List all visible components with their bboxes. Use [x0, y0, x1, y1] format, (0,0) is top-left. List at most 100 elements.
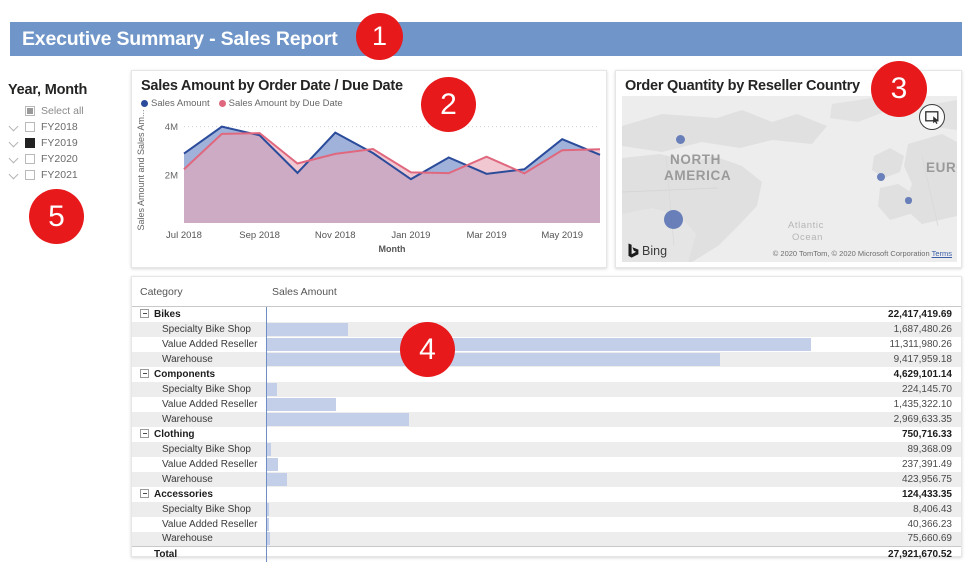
matrix-data-bar-cell [266, 412, 811, 427]
svg-text:Sep 2018: Sep 2018 [239, 230, 280, 241]
chevron-down-icon[interactable] [8, 136, 21, 149]
map-basemap-icon [622, 96, 957, 262]
matrix-row[interactable]: Warehouse2,969,633.35 [132, 412, 961, 427]
matrix-row-label: Value Added Reseller [132, 397, 266, 412]
year-month-slicer: Year, Month Select allFY2018FY2019FY2020… [8, 82, 126, 183]
checkbox-select-all[interactable] [25, 106, 35, 116]
slicer-item-fy2019[interactable]: FY2019 [8, 135, 126, 150]
matrix-row[interactable]: Value Added Reseller40,366.23 [132, 517, 961, 532]
matrix-row-label: Specialty Bike Shop [132, 442, 266, 457]
matrix-row[interactable]: Specialty Bike Shop 89,368.09 [132, 442, 961, 457]
matrix-row[interactable]: Specialty Bike Shop1,687,480.26 [132, 322, 961, 337]
data-bar [267, 353, 720, 366]
map-canvas[interactable]: NORTH AMERICA EURO Atlantic Ocean Bing ©… [622, 96, 957, 262]
matrix-row-value: 4,629,101.14 [811, 367, 961, 382]
matrix-row[interactable]: Warehouse423,956.75 [132, 472, 961, 487]
legend-item-sales-amount[interactable]: Sales Amount [141, 98, 210, 109]
checkbox-fy2021[interactable] [25, 170, 35, 180]
checkbox-fy2019[interactable] [25, 138, 35, 148]
map-terms-link[interactable]: Terms [932, 249, 952, 258]
matrix-row[interactable]: Warehouse9,417,959.18 [132, 352, 961, 367]
matrix-row-label: Value Added Reseller [132, 517, 266, 532]
matrix-row-value: 11,311,980.26 [811, 337, 961, 352]
column-header-category[interactable]: Category [132, 277, 266, 307]
matrix-row-value: 224,145.70 [811, 382, 961, 397]
slicer-item-fy2021[interactable]: FY2021 [8, 167, 126, 182]
matrix-header-row: Category Sales Amount [132, 277, 961, 307]
report-page: Executive Summary - Sales Report 1 2 3 4… [0, 0, 975, 567]
matrix-row-value: 89,368.09 [811, 442, 961, 457]
matrix-total-row[interactable]: Total27,921,670.52 [132, 547, 961, 562]
matrix-data-bar-cell [266, 502, 811, 517]
matrix-row-label: Warehouse [132, 412, 266, 427]
matrix-row-value: 9,417,959.18 [811, 352, 961, 367]
legend-item-sales-amount-due-date[interactable]: Sales Amount by Due Date [219, 98, 343, 109]
collapse-icon[interactable] [140, 369, 149, 378]
slicer-item-label: FY2021 [41, 169, 78, 181]
svg-text:Mar 2019: Mar 2019 [466, 230, 506, 241]
svg-text:May 2019: May 2019 [541, 230, 583, 241]
data-bar [267, 443, 271, 456]
callout-badge-1: 1 [356, 13, 403, 60]
matrix-data-bar-cell [266, 427, 811, 442]
matrix-group-row-clothing[interactable]: Clothing750,716.33 [132, 427, 961, 442]
svg-text:4M: 4M [165, 122, 178, 133]
collapse-icon[interactable] [140, 429, 149, 438]
callout-badge-3: 3 [871, 61, 927, 117]
matrix-row-value: 750,716.33 [811, 427, 961, 442]
chevron-down-icon[interactable] [8, 120, 21, 133]
svg-text:Jul 2018: Jul 2018 [166, 230, 202, 241]
bing-mark-icon [628, 243, 639, 258]
checkbox-fy2018[interactable] [25, 122, 35, 132]
matrix-group-row-accessories[interactable]: Accessories124,433.35 [132, 487, 961, 502]
legend-swatch-icon [219, 100, 226, 107]
bing-logo: Bing [628, 243, 667, 258]
line-chart-legend: Sales Amount Sales Amount by Due Date [132, 94, 606, 109]
matrix-table[interactable]: Category Sales Amount Bikes 22,417,419.69… [132, 277, 961, 562]
map-bubble-canada[interactable] [676, 135, 685, 144]
chevron-down-icon[interactable] [8, 152, 21, 165]
collapse-icon[interactable] [140, 489, 149, 498]
sales-amount-line-chart-visual[interactable]: Sales Amount by Order Date / Due Date Sa… [131, 70, 607, 268]
matrix-row-value: 22,417,419.69 [811, 307, 961, 322]
slicer-item-fy2018[interactable]: FY2018 [8, 119, 126, 134]
slicer-item-select-all[interactable]: Select all [8, 103, 126, 118]
sales-amount-matrix-visual[interactable]: Category Sales Amount Bikes 22,417,419.69… [131, 276, 962, 557]
legend-swatch-icon [141, 100, 148, 107]
callout-badge-2: 2 [421, 77, 476, 132]
matrix-row[interactable]: Specialty Bike Shop224,145.70 [132, 382, 961, 397]
matrix-row[interactable]: Value Added Reseller237,391.49 [132, 457, 961, 472]
slicer-item-list: Select all FY2018 FY2019 FY2020 FY2021 [8, 103, 126, 182]
matrix-row[interactable]: Value Added Reseller1,435,322.10 [132, 397, 961, 412]
data-bar [267, 532, 271, 545]
matrix-data-bar-cell [266, 307, 811, 322]
matrix-data-bar-cell [266, 547, 811, 562]
chevron-down-icon[interactable] [8, 168, 21, 181]
matrix-group-row-bikes[interactable]: Bikes 22,417,419.69 [132, 307, 961, 322]
matrix-row[interactable]: Value Added Reseller11,311,980.26 [132, 337, 961, 352]
matrix-row-value: 237,391.49 [811, 457, 961, 472]
matrix-row-label: Bikes [132, 307, 266, 322]
map-bubble-france[interactable] [905, 197, 911, 203]
matrix-row[interactable]: Specialty Bike Shop8,406.43 [132, 502, 961, 517]
legend-label: Sales Amount by Due Date [229, 98, 343, 109]
svg-text:Sales Amount and Sales Am...: Sales Amount and Sales Am... [136, 109, 146, 230]
matrix-data-bar-cell [266, 442, 811, 457]
slicer-item-label: FY2019 [41, 137, 78, 149]
svg-text:Nov 2018: Nov 2018 [315, 230, 356, 241]
report-title-banner: Executive Summary - Sales Report [10, 22, 962, 56]
data-bar [267, 323, 348, 336]
collapse-icon[interactable] [140, 309, 149, 318]
slicer-item-fy2020[interactable]: FY2020 [8, 151, 126, 166]
column-header-sales-amount[interactable]: Sales Amount [266, 277, 961, 307]
matrix-row-label: Accessories [132, 487, 266, 502]
checkbox-fy2020[interactable] [25, 154, 35, 164]
matrix-data-bar-cell [266, 382, 811, 397]
matrix-group-row-components[interactable]: Components4,629,101.14 [132, 367, 961, 382]
focus-mode-icon[interactable] [919, 104, 945, 130]
callout-badge-5: 5 [29, 189, 84, 244]
line-chart-plot[interactable]: 2M4MSales Amount and Sales Am...Jul 2018… [132, 109, 606, 259]
slicer-item-label: Select all [41, 105, 84, 117]
matrix-row-label: Specialty Bike Shop [132, 502, 266, 517]
matrix-row[interactable]: Warehouse75,660.69 [132, 532, 961, 547]
